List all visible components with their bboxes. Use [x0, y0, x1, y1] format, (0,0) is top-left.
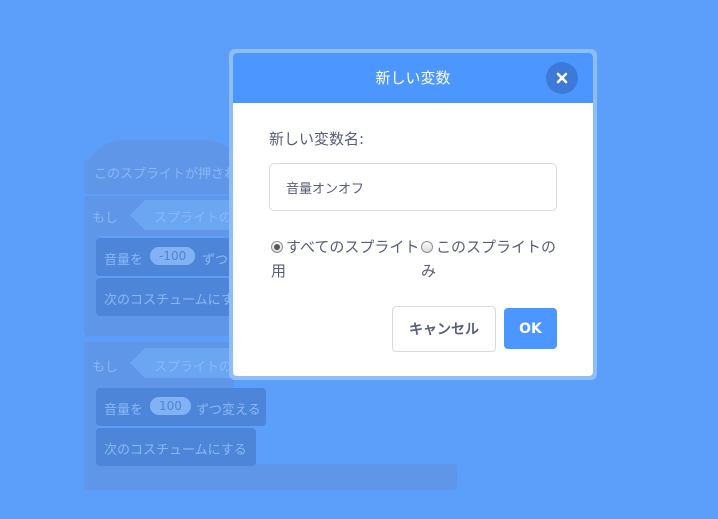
radio-button-checked[interactable] [271, 241, 283, 253]
change-volume-1-value: -100 [150, 247, 196, 265]
hat-block-label: このスプライトが押された [94, 167, 251, 182]
if-block-2-label: もし [92, 360, 119, 375]
ok-button[interactable]: OK [504, 308, 557, 349]
scope-option-all-sprites-label: すべてのスプライト用 [271, 238, 420, 280]
cancel-button[interactable]: キャンセル [392, 306, 496, 352]
radio-button-unchecked[interactable] [421, 241, 433, 253]
change-volume-2-suffix: ずつ変える [196, 403, 261, 418]
next-costume-1-label: 次のコスチュームにす [104, 293, 234, 308]
new-variable-dialog: 新しい変数 新しい変数名: すべてのスプライト用 このスプライトのみ キャンセル… [233, 53, 593, 376]
close-icon [556, 72, 568, 84]
scope-option-all-sprites[interactable]: すべてのスプライト用 [271, 235, 421, 283]
change-volume-2-value: 100 [150, 397, 191, 415]
if-block-2-foot [84, 464, 457, 490]
condition-1-label: スプライトの [154, 211, 233, 226]
next-costume-2-label: 次のコスチュームにする [104, 443, 247, 458]
dialog-title: 新しい変数 [375, 69, 451, 87]
if-block-1-foot [84, 316, 234, 336]
change-volume-1-label: 音量を [104, 253, 144, 268]
scope-option-this-sprite-label: このスプライトのみ [421, 238, 557, 280]
change-volume-2-label: 音量を [104, 403, 144, 418]
variable-name-input[interactable] [269, 163, 557, 211]
if-block-1-label: もし [92, 211, 119, 226]
condition-2-label: スプライトの [154, 360, 233, 375]
close-button[interactable] [546, 62, 578, 94]
variable-name-label: 新しい変数名: [269, 130, 365, 148]
dialog-header: 新しい変数 [233, 53, 593, 103]
scope-option-this-sprite[interactable]: このスプライトのみ [421, 235, 561, 283]
